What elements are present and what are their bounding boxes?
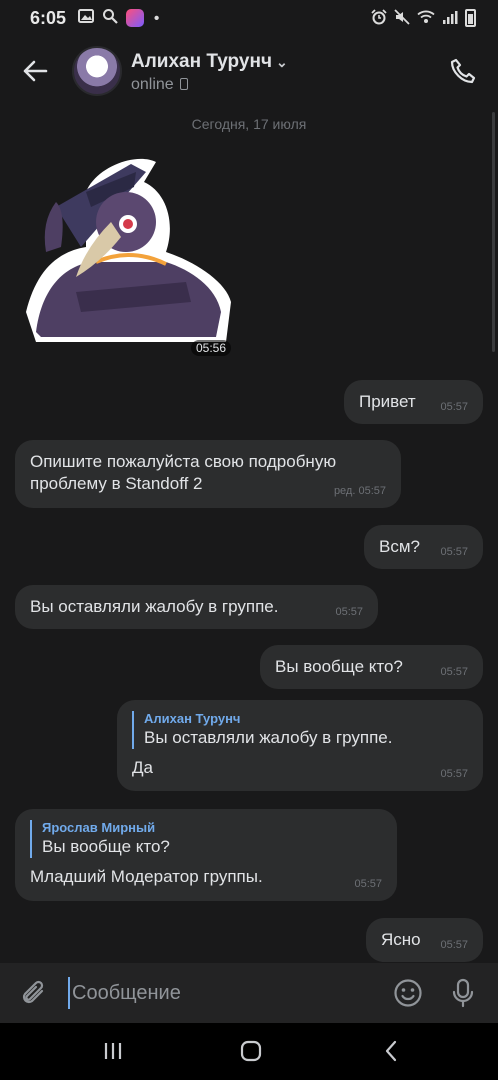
message-bubble-incoming[interactable]: Опишите пожалуйста свою подробную пробле…: [15, 440, 401, 508]
message-bubble-outgoing[interactable]: Всм? 05:57: [364, 525, 483, 569]
chat-title-text: Алихан Турунч: [131, 51, 272, 72]
message-time: 05:57: [354, 878, 382, 890]
message-text: Младший Модератор группы.: [30, 867, 263, 886]
system-nav-bar: [0, 1023, 498, 1080]
mute-icon: [394, 8, 410, 28]
voice-message-button[interactable]: [447, 977, 479, 1009]
paperclip-icon: [22, 980, 44, 1004]
mobile-icon: [179, 78, 188, 90]
gallery-icon: [78, 9, 95, 27]
microphone-icon: [452, 978, 474, 1008]
back-nav-button[interactable]: [374, 1037, 408, 1065]
message-bubble-outgoing[interactable]: Привет 05:57: [344, 380, 483, 424]
home-button[interactable]: [234, 1037, 268, 1065]
home-icon: [240, 1040, 262, 1062]
message-input[interactable]: [68, 977, 368, 1009]
reply-author: Ярослав Мирный: [42, 820, 156, 835]
chat-status-text: online: [131, 76, 174, 93]
reply-text: Вы вообще кто?: [42, 837, 170, 856]
message-time: 05:57: [440, 666, 468, 678]
attach-button[interactable]: [18, 977, 50, 1009]
sticker[interactable]: [16, 152, 236, 352]
reply-quote[interactable]: Ярослав Мирный Вы вообще кто?: [30, 820, 397, 858]
chat-status: online: [131, 76, 188, 94]
message-bubble-outgoing[interactable]: Ясно 05:57: [366, 918, 483, 962]
scrollbar[interactable]: [492, 112, 495, 352]
chat-header: Алихан Турунч ⌄ online: [0, 36, 498, 108]
vk-app-icon: [126, 9, 145, 27]
reply-author: Алихан Турунч: [144, 711, 241, 726]
message-time: 05:57: [440, 401, 468, 413]
message-time: 05:57: [440, 768, 468, 780]
message-bubble-incoming[interactable]: Вы оставляли жалобу в группе. 05:57: [15, 585, 378, 629]
date-separator: Сегодня, 17 июля: [191, 116, 307, 132]
battery-icon: [465, 9, 476, 27]
arrow-left-icon: [23, 60, 48, 82]
back-button[interactable]: [18, 54, 52, 88]
message-time: 05:57: [440, 939, 468, 951]
chevron-down-icon: ⌄: [276, 54, 288, 70]
message-bubble-outgoing[interactable]: Вы вообще кто? 05:57: [260, 645, 483, 689]
message-composer: [0, 963, 498, 1023]
phone-icon: [450, 58, 476, 84]
message-time: 05:57: [335, 606, 363, 618]
call-button[interactable]: [446, 54, 480, 88]
emoji-button[interactable]: [392, 977, 424, 1009]
status-icons: [371, 8, 476, 28]
status-bar: 6:05 •: [0, 0, 498, 36]
message-text: Вы оставляли жалобу в группе.: [30, 597, 279, 616]
chat-title[interactable]: Алихан Турунч ⌄: [131, 51, 288, 73]
smile-icon: [394, 979, 422, 1007]
status-time: 6:05: [30, 7, 67, 28]
signal-icon: [442, 10, 458, 27]
message-time: ред. 05:57: [333, 485, 386, 497]
chevron-left-icon: [385, 1040, 397, 1062]
wifi-icon: [417, 10, 435, 27]
message-bubble-outgoing-reply[interactable]: Алихан Турунч Вы оставляли жалобу в груп…: [117, 700, 483, 791]
message-text: Да: [132, 758, 153, 777]
reply-text: Вы оставляли жалобу в группе.: [144, 728, 393, 747]
message-bubble-incoming-reply[interactable]: Ярослав Мирный Вы вообще кто? Младший Мо…: [15, 809, 397, 901]
search-icon: [102, 8, 118, 28]
avatar[interactable]: [72, 46, 122, 96]
dot-icon: •: [154, 9, 160, 27]
plague-doctor-sticker: [26, 158, 231, 342]
alarm-icon: [371, 8, 387, 28]
reply-quote[interactable]: Алихан Турунч Вы оставляли жалобу в груп…: [132, 711, 483, 749]
recent-apps-button[interactable]: [96, 1037, 130, 1065]
sticker-time: 05:56: [191, 340, 232, 356]
message-time: 05:57: [440, 546, 468, 558]
recent-apps-icon: [104, 1043, 122, 1059]
